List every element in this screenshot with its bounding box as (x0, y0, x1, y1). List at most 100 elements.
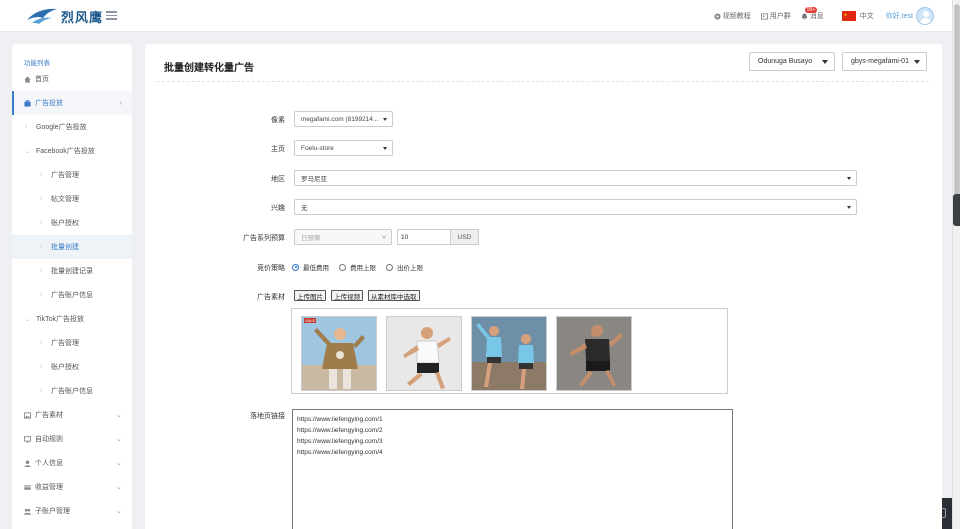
sidebar-item-auto-rules[interactable]: 自动规则 ⌄ (12, 427, 132, 451)
user-greeting[interactable]: 你好,test (886, 11, 913, 21)
sidebar-item-sub-accounts[interactable]: 子账户管理 ⌄ (12, 499, 132, 523)
china-flag-icon (841, 11, 856, 21)
budget-amount-input[interactable]: 10 (397, 229, 451, 245)
material-thumb-2[interactable] (386, 316, 462, 391)
video-icon (714, 12, 721, 20)
sidebar-item-label: 帖文管理 (51, 196, 79, 203)
avatar[interactable] (916, 7, 934, 25)
landing-url-line: https://www.liefengying.com/4 (297, 449, 383, 456)
sidebar-item-fb-ad-management[interactable]: › 广告管理 (12, 163, 132, 187)
sidebar-item-label: 广告账户信息 (51, 292, 93, 299)
upload-image-button[interactable]: 上传图片 (294, 290, 326, 301)
caret-down-icon (382, 236, 386, 239)
sidebar-item-facebook-ads[interactable]: ⌄ Facebook广告投放 (12, 139, 132, 163)
sidebar-item-fb-account-auth[interactable]: › 账户授权 (12, 211, 132, 235)
sidebar-item-label: TikTok广告投放 (36, 316, 84, 323)
sidebar-item-tt-account-auth[interactable]: › 账户授权 (12, 355, 132, 379)
interest-select[interactable]: 无 (294, 199, 857, 215)
group-icon (24, 508, 31, 515)
chevron-down-icon: ⌄ (116, 412, 122, 419)
store-select[interactable]: gbys-megafami-01 (842, 52, 927, 71)
page-scrollbar[interactable] (952, 0, 960, 529)
caret-down-icon (822, 60, 828, 64)
sidebar-item-label: 广告素材 (35, 412, 63, 419)
sidebar-item-label: 批量创建记录 (51, 268, 93, 275)
sidebar-item-google-ads[interactable]: › Google广告投放 (12, 115, 132, 139)
main-panel: 批量创建转化量广告 Odunuga Busayo gbys-megafami-0… (145, 44, 942, 529)
chevron-right-icon: › (40, 244, 42, 250)
bid-option-bid-cap[interactable]: 出价上限 (386, 262, 423, 272)
logo[interactable]: 烈风鹰 (26, 6, 103, 26)
side-float-tab[interactable] (953, 194, 960, 226)
messages-link[interactable]: 99+ 消息 (801, 7, 824, 21)
video-tutorial-label: 视频教程 (722, 13, 751, 20)
divider (157, 81, 929, 82)
radio-icon (339, 263, 346, 271)
sidebar-item-home[interactable]: 首页 (12, 67, 132, 91)
image-icon (24, 411, 31, 419)
user-group-label: 用户群 (769, 13, 791, 20)
user-icon (24, 459, 31, 467)
upload-video-button[interactable]: 上传视频 (331, 290, 363, 301)
chevron-down-icon: ⌄ (116, 460, 122, 467)
card-icon (24, 484, 31, 490)
material-label: 广告素材 (257, 294, 285, 301)
landing-url-line: https://www.liefengying.com/1 (297, 416, 383, 423)
landing-urls-textarea[interactable]: https://www.liefengying.com/1 https://ww… (292, 409, 733, 529)
sidebar-item-ad-delivery[interactable]: 广告投放 › (12, 91, 132, 115)
sidebar-item-label: 收益管理 (35, 484, 63, 491)
pixel-label: 像素 (271, 117, 285, 124)
account-select[interactable]: Odunuga Busayo (749, 52, 835, 71)
interest-label: 兴趣 (271, 205, 285, 212)
region-select[interactable]: 罗马尼亚 (294, 170, 857, 186)
sidebar: 功能列表 首页 广告投放 › › Google广告投放 ⌄ Facebook广告… (12, 44, 132, 529)
sidebar-item-profile[interactable]: 个人信息 ⌄ (12, 451, 132, 475)
sidebar-item-label: 账户授权 (51, 220, 79, 227)
sidebar-title: 功能列表 (24, 60, 50, 67)
language-switch[interactable]: 中文 (841, 11, 874, 21)
bid-option-cost-cap[interactable]: 费用上限 (339, 262, 376, 272)
sidebar-item-label: 批量创建 (51, 244, 79, 251)
sidebar-item-ad-materials[interactable]: 广告素材 ⌄ (12, 403, 132, 427)
sidebar-item-batch-records[interactable]: › 批量创建记录 (12, 259, 132, 283)
budget-type-select[interactable]: 日预算 (294, 229, 392, 245)
top-bar: 烈风鹰 视频教程 用户群 99+ 消息 中文 你好,test (0, 0, 952, 32)
menu-toggle-icon[interactable] (106, 11, 117, 20)
chevron-down-icon: ⌄ (116, 484, 122, 491)
bid-option-lowest-cost[interactable]: 最低费用 (292, 262, 329, 272)
sale-tag: SALE (304, 318, 317, 323)
sidebar-item-label: Google广告投放 (36, 124, 87, 131)
scrollbar-thumb[interactable] (954, 4, 960, 224)
sidebar-item-tt-account-info[interactable]: › 广告账户信息 (12, 379, 132, 403)
bid-option-label: 最低费用 (303, 265, 329, 272)
monitor-icon (24, 435, 31, 443)
landing-url-line: https://www.liefengying.com/3 (297, 438, 383, 445)
sidebar-item-batch-create[interactable]: › 批量创建 (12, 235, 132, 259)
user-group-link[interactable]: 用户群 (760, 11, 791, 21)
message-badge: 99+ (804, 7, 818, 13)
caret-down-icon (914, 60, 920, 64)
sidebar-item-tiktok-ads[interactable]: ⌄ TikTok广告投放 (12, 307, 132, 331)
brand-name: 烈风鹰 (61, 10, 104, 26)
material-thumb-3[interactable] (471, 316, 547, 391)
sidebar-item-fb-posts[interactable]: › 帖文管理 (12, 187, 132, 211)
material-thumb-1[interactable]: SALE (301, 316, 377, 391)
sidebar-item-label: 子账户管理 (35, 508, 70, 515)
landing-url-line: https://www.liefengying.com/2 (297, 427, 383, 434)
runner-black-shirt-image (569, 325, 623, 387)
caret-down-icon (383, 147, 387, 150)
video-tutorial-link[interactable]: 视频教程 (714, 11, 751, 21)
budget-currency: USD (451, 229, 479, 245)
homepage-select[interactable]: Foelu-store (294, 140, 393, 156)
sidebar-item-fb-account-info[interactable]: › 广告账户信息 (12, 283, 132, 307)
bid-label: 竞价策略 (257, 265, 285, 272)
store-select-value: gbys-megafami-01 (851, 58, 909, 65)
chevron-right-icon: › (40, 220, 42, 226)
sidebar-item-earnings[interactable]: 收益管理 ⌄ (12, 475, 132, 499)
material-thumb-4[interactable] (556, 316, 632, 391)
pixel-select[interactable]: megafami.com (8199214... (294, 111, 393, 127)
sidebar-item-tt-ad-management[interactable]: › 广告管理 (12, 331, 132, 355)
interest-select-value: 无 (301, 205, 308, 212)
pick-from-library-button[interactable]: 从素材库中选取 (368, 290, 420, 301)
chevron-right-icon: › (40, 340, 42, 346)
